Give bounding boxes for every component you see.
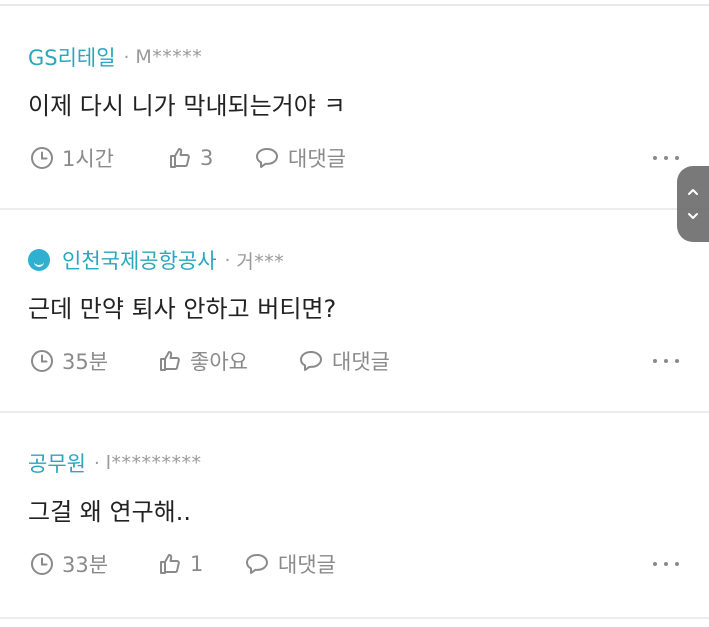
like-count: 좋아요	[190, 350, 248, 374]
time-label: 33분	[62, 553, 109, 577]
comment-divider	[0, 208, 709, 210]
separator-dot: ·	[93, 452, 100, 474]
company-name[interactable]: GS리테일	[28, 42, 116, 72]
user-id: l*********	[105, 452, 202, 474]
reply-button[interactable]: 대댓글	[298, 345, 390, 377]
comment-text: 이제 다시 니가 막내되는거야 ㅋ	[28, 92, 346, 120]
comment-divider	[0, 617, 709, 619]
chevron-down-icon[interactable]	[687, 210, 699, 222]
like-button[interactable]: 좋아요	[158, 345, 248, 377]
separator-dot: ·	[123, 46, 130, 68]
thumbs-up-icon	[170, 148, 190, 168]
timestamp: 1시간	[30, 142, 114, 174]
separator-dot: ·	[224, 249, 231, 271]
comment-text: 그걸 왜 연구해..	[28, 498, 191, 526]
reply-label: 대댓글	[288, 147, 346, 171]
time-label: 1시간	[62, 147, 115, 171]
more-options-button[interactable]	[653, 148, 679, 168]
reply-label: 대댓글	[278, 553, 336, 577]
comment-meta-row: 35분 좋아요 대댓글	[28, 345, 709, 385]
like-count: 3	[200, 146, 214, 170]
comment-item: 공무원 · l********* 그걸 왜 연구해.. 33분 1 대댓글	[28, 448, 709, 588]
chevron-up-icon[interactable]	[687, 186, 699, 198]
more-options-button[interactable]	[653, 554, 679, 574]
timestamp: 33분	[30, 548, 108, 580]
like-button[interactable]: 3	[168, 142, 213, 174]
comment-author-row: 인천국제공항공사 · 거***	[28, 245, 709, 275]
user-id: 거***	[236, 250, 285, 273]
comment-item: 인천국제공항공사 · 거*** 근데 만약 퇴사 안하고 버티면? 35분 좋아…	[28, 245, 709, 385]
reply-label: 대댓글	[332, 350, 390, 374]
company-name[interactable]: 공무원	[28, 448, 86, 478]
thumbs-up-icon	[160, 351, 180, 371]
comment-meta-row: 1시간 3 대댓글	[28, 142, 709, 182]
speech-bubble-icon	[246, 554, 268, 574]
more-options-button[interactable]	[653, 351, 679, 371]
company-badge-icon	[28, 249, 50, 271]
speech-bubble-icon	[300, 351, 322, 371]
comment-meta-row: 33분 1 대댓글	[28, 548, 709, 588]
comment-item: GS리테일 · M***** 이제 다시 니가 막내되는거야 ㅋ 1시간 3 대…	[28, 42, 709, 182]
more-dots-icon	[653, 156, 657, 160]
speech-bubble-icon	[256, 148, 278, 168]
time-label: 35분	[62, 350, 109, 374]
reply-button[interactable]: 대댓글	[254, 142, 346, 174]
comment-divider	[0, 411, 709, 413]
like-count: 1	[190, 552, 204, 576]
scroll-control	[677, 166, 709, 242]
comment-author-row: 공무원 · l*********	[28, 448, 709, 478]
thumbs-up-icon	[160, 554, 180, 574]
comment-text: 근데 만약 퇴사 안하고 버티면?	[28, 295, 337, 323]
like-button[interactable]: 1	[158, 548, 203, 580]
user-id: M*****	[135, 46, 203, 68]
clock-icon	[31, 553, 53, 575]
more-dots-icon	[653, 562, 657, 566]
reply-button[interactable]: 대댓글	[244, 548, 336, 580]
comment-author-row: GS리테일 · M*****	[28, 42, 709, 72]
more-dots-icon	[653, 359, 657, 363]
company-name[interactable]: 인천국제공항공사	[62, 245, 217, 275]
clock-icon	[31, 350, 53, 372]
clock-icon	[31, 147, 53, 169]
top-divider	[0, 4, 709, 6]
timestamp: 35분	[30, 345, 108, 377]
